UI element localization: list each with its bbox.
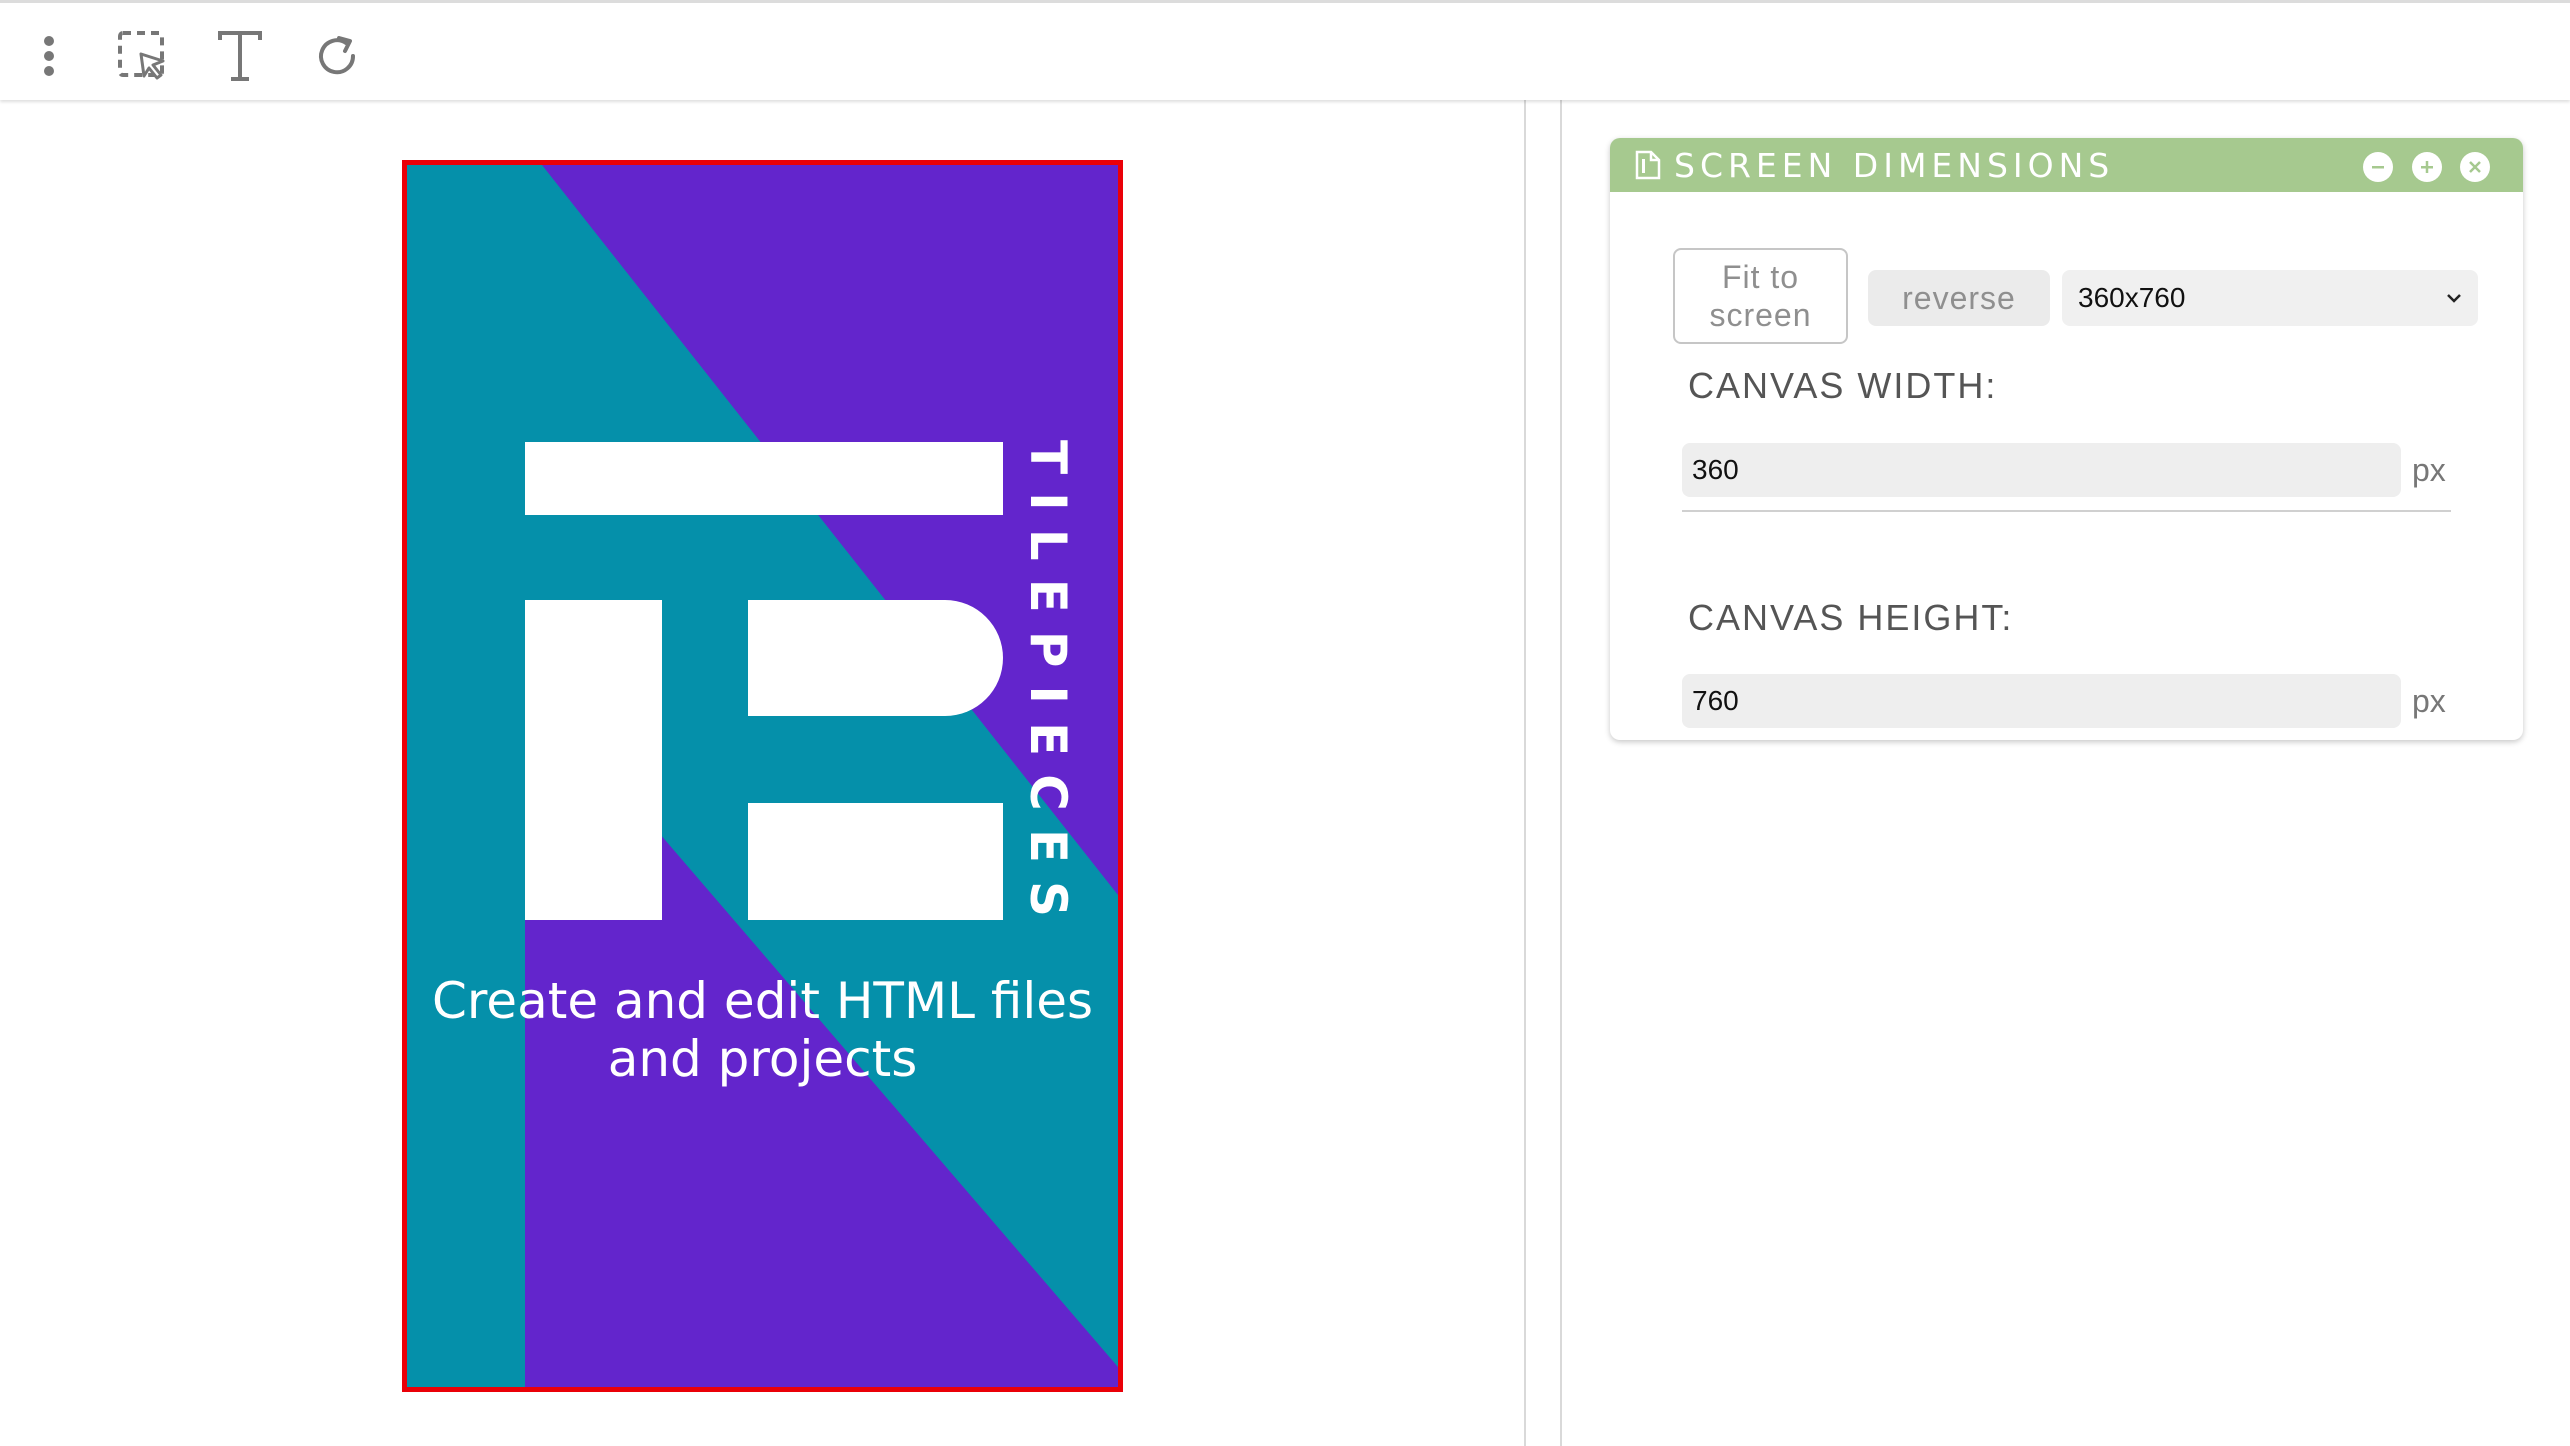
fit-label-line-1: Fit to: [1721, 259, 1800, 295]
height-unit: px: [2412, 683, 2446, 719]
canvas-width-input[interactable]: 360: [1682, 443, 2401, 497]
close-button[interactable]: [2460, 152, 2490, 182]
close-icon: [2469, 161, 2481, 173]
screen-size-value: 360x760: [2078, 282, 2186, 313]
field-separator: [1682, 510, 2451, 512]
chevron-down-icon: [2447, 294, 2461, 303]
tagline-line-1: Create and edit HTML files: [431, 972, 1094, 1030]
brand-name-vertical: TILEPIECES: [1019, 440, 1077, 935]
maximize-button[interactable]: [2412, 152, 2442, 182]
document-icon: [1635, 150, 1661, 180]
toolbar: [0, 0, 2570, 100]
refresh-icon: [319, 36, 356, 75]
refresh-button[interactable]: [302, 23, 372, 89]
panel-title: SCREEN DIMENSIONS: [1674, 146, 2115, 185]
width-unit: px: [2412, 452, 2446, 488]
canvas-height-label: CANVAS HEIGHT:: [1688, 597, 2014, 638]
screen-dimensions-panel: SCREEN DIMENSIONS Fit to screen reverse …: [1610, 138, 2523, 740]
screen-size-select[interactable]: 360x760: [2062, 270, 2478, 326]
fit-label-line-2: screen: [1709, 297, 1812, 333]
canvas-height-input[interactable]: 760: [1682, 674, 2401, 728]
more-options-button[interactable]: [14, 23, 84, 89]
select-tool-button[interactable]: [108, 23, 178, 89]
artboard-border: [407, 165, 1118, 1387]
panel-splitter[interactable]: [1524, 100, 1562, 1446]
tagline-line-2: and projects: [607, 1030, 918, 1088]
text-icon: [218, 31, 262, 81]
select-cursor-icon: [118, 31, 165, 80]
plus-icon: [2421, 161, 2433, 173]
canvas-width-label: CANVAS WIDTH:: [1688, 365, 1998, 406]
minimize-button[interactable]: [2363, 152, 2393, 182]
reverse-button[interactable]: reverse: [1868, 270, 2050, 326]
more-vertical-icon: [44, 36, 54, 76]
tagline: Create and edit HTML files and projects: [420, 972, 1105, 1088]
artboard-canvas[interactable]: [402, 160, 1123, 1392]
panel-header[interactable]: SCREEN DIMENSIONS: [1610, 138, 2523, 192]
text-tool-button[interactable]: [205, 23, 275, 89]
fit-to-screen-button[interactable]: Fit to screen: [1673, 248, 1848, 344]
minimize-icon: [2372, 166, 2384, 169]
